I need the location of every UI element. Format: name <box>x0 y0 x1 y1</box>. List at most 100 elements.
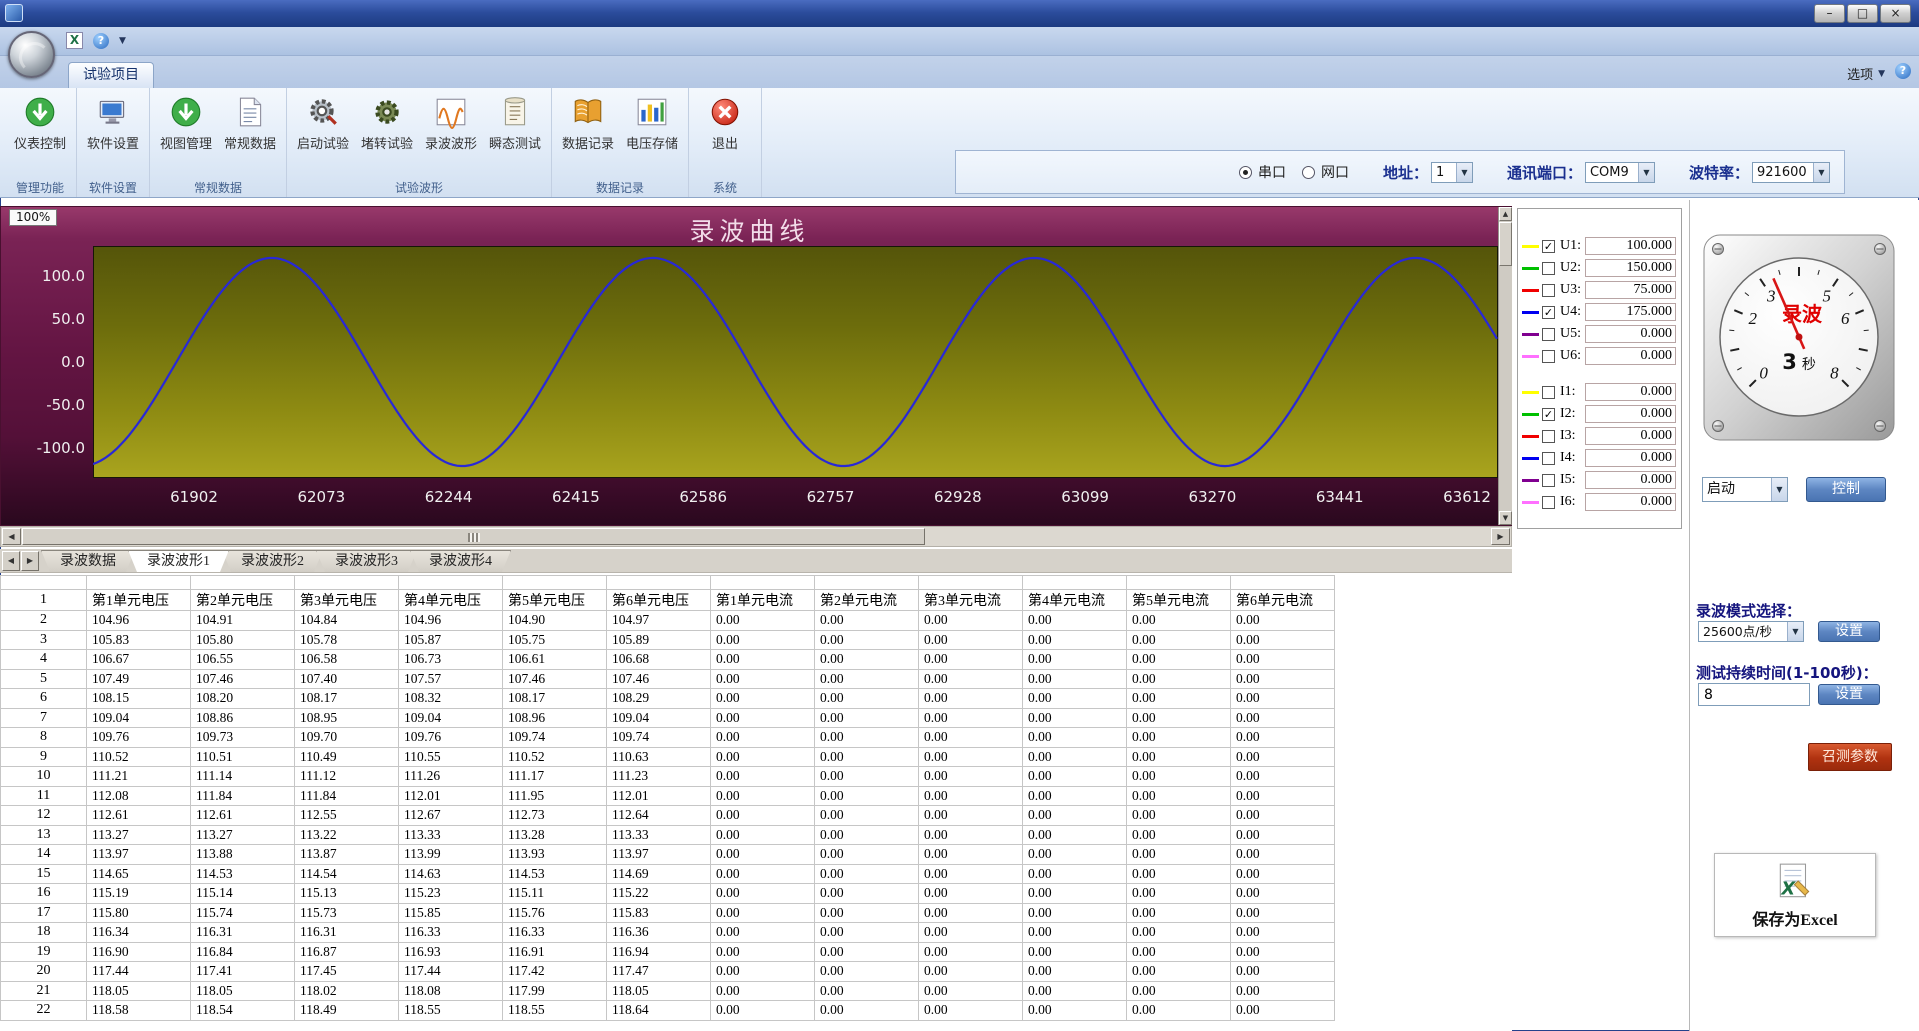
table-cell[interactable]: 105.89 <box>607 630 711 650</box>
tab-scroll-right-icon[interactable]: ▶ <box>21 551 39 571</box>
table-cell[interactable]: 112.01 <box>607 786 711 806</box>
sheet-tab-2[interactable]: 录波波形1 <box>128 550 229 572</box>
table-cell[interactable]: 118.05 <box>607 981 711 1001</box>
table-cell[interactable]: 112.08 <box>87 786 191 806</box>
table-cell[interactable]: 111.95 <box>503 786 607 806</box>
table-cell[interactable]: 0.00 <box>1127 806 1231 826</box>
table-cell[interactable]: 0.00 <box>1231 903 1335 923</box>
table-cell[interactable]: 0.00 <box>711 962 815 982</box>
table-cell[interactable]: 0.00 <box>1023 942 1127 962</box>
channel-checkbox[interactable]: ✓ <box>1542 408 1555 421</box>
table-cell[interactable]: 0.00 <box>1023 728 1127 748</box>
ribbon-button-record-wave[interactable]: 录波波形 <box>419 90 483 180</box>
table-cell[interactable]: 0.00 <box>919 747 1023 767</box>
table-cell[interactable]: 111.12 <box>295 767 399 787</box>
table-cell[interactable]: 115.14 <box>191 884 295 904</box>
table-cell[interactable]: 113.97 <box>607 845 711 865</box>
record-mode-select[interactable]: 25600点/秒 ▼ <box>1698 621 1804 642</box>
table-cell[interactable]: 116.33 <box>503 923 607 943</box>
horizontal-scroll-thumb[interactable] <box>22 528 925 545</box>
table-cell[interactable]: 0.00 <box>1127 728 1231 748</box>
ribbon-button-software-settings[interactable]: 软件设置 <box>81 90 145 180</box>
table-cell[interactable]: 0.00 <box>1023 981 1127 1001</box>
table-cell[interactable]: 0.00 <box>711 1001 815 1021</box>
table-cell[interactable]: 0.00 <box>919 864 1023 884</box>
table-cell[interactable] <box>503 576 607 590</box>
table-cell[interactable]: 108.20 <box>191 689 295 709</box>
table-cell[interactable]: 111.17 <box>503 767 607 787</box>
table-cell[interactable]: 0.00 <box>1023 630 1127 650</box>
table-cell[interactable]: 110.55 <box>399 747 503 767</box>
table-cell[interactable]: 118.54 <box>191 1001 295 1021</box>
table-cell[interactable]: 115.11 <box>503 884 607 904</box>
table-cell[interactable]: 113.33 <box>399 825 503 845</box>
table-cell[interactable]: 0.00 <box>1231 864 1335 884</box>
table-cell[interactable]: 107.46 <box>503 669 607 689</box>
table-cell[interactable]: 115.19 <box>87 884 191 904</box>
table-cell[interactable]: 0.00 <box>1023 806 1127 826</box>
table-cell[interactable]: 0.00 <box>815 864 919 884</box>
table-cell[interactable]: 0.00 <box>711 942 815 962</box>
table-cell[interactable]: 114.69 <box>607 864 711 884</box>
column-header-cell[interactable]: 第2单元电压 <box>191 590 295 611</box>
table-cell[interactable]: 0.00 <box>1023 650 1127 670</box>
table-cell[interactable]: 112.61 <box>191 806 295 826</box>
minimize-button[interactable]: – <box>1814 4 1845 23</box>
table-cell[interactable]: 111.84 <box>191 786 295 806</box>
table-cell[interactable]: 117.47 <box>607 962 711 982</box>
table-cell[interactable]: 0.00 <box>711 845 815 865</box>
start-mode-select[interactable]: 启动 ▼ <box>1702 477 1788 502</box>
table-cell[interactable]: 0.00 <box>1127 786 1231 806</box>
table-cell[interactable]: 108.17 <box>503 689 607 709</box>
table-cell[interactable]: 117.45 <box>295 962 399 982</box>
ribbon-button-exit[interactable]: 退出 <box>693 90 757 180</box>
address-dropdown-icon[interactable]: ▼ <box>1456 163 1472 182</box>
table-cell[interactable]: 0.00 <box>815 981 919 1001</box>
table-cell[interactable]: 115.74 <box>191 903 295 923</box>
table-cell[interactable]: 108.96 <box>503 708 607 728</box>
table-cell[interactable]: 111.26 <box>399 767 503 787</box>
duration-set-button[interactable]: 设置 <box>1818 684 1880 705</box>
table-cell[interactable]: 0.00 <box>711 728 815 748</box>
ribbon-button-start-test[interactable]: 启动试验 <box>291 90 355 180</box>
table-cell[interactable]: 0.00 <box>1231 923 1335 943</box>
table-cell[interactable]: 0.00 <box>815 708 919 728</box>
table-cell[interactable]: 0.00 <box>711 923 815 943</box>
network-radio[interactable] <box>1302 166 1315 179</box>
table-cell[interactable]: 117.42 <box>503 962 607 982</box>
table-cell[interactable]: 108.95 <box>295 708 399 728</box>
table-cell[interactable] <box>295 576 399 590</box>
table-cell[interactable]: 0.00 <box>919 884 1023 904</box>
table-cell[interactable]: 0.00 <box>1231 650 1335 670</box>
table-cell[interactable]: 113.27 <box>191 825 295 845</box>
table-cell[interactable]: 0.00 <box>1023 884 1127 904</box>
table-cell[interactable]: 0.00 <box>815 942 919 962</box>
table-cell[interactable]: 0.00 <box>711 611 815 631</box>
table-cell[interactable]: 0.00 <box>1127 650 1231 670</box>
table-cell[interactable]: 0.00 <box>1231 611 1335 631</box>
table-cell[interactable]: 0.00 <box>815 728 919 748</box>
column-header-cell[interactable]: 第3单元电流 <box>919 590 1023 611</box>
table-cell[interactable]: 116.93 <box>399 942 503 962</box>
table-cell[interactable]: 0.00 <box>711 786 815 806</box>
table-cell[interactable]: 0.00 <box>711 806 815 826</box>
table-cell[interactable]: 0.00 <box>1127 864 1231 884</box>
table-cell[interactable]: 0.00 <box>1127 962 1231 982</box>
table-cell[interactable]: 0.00 <box>919 806 1023 826</box>
table-cell[interactable]: 118.64 <box>607 1001 711 1021</box>
column-header-cell[interactable]: 第3单元电压 <box>295 590 399 611</box>
table-cell[interactable] <box>1127 576 1231 590</box>
table-cell[interactable]: 0.00 <box>1127 767 1231 787</box>
table-cell[interactable]: 0.00 <box>815 611 919 631</box>
recall-parameters-button[interactable]: 召测参数 <box>1808 743 1892 771</box>
table-cell[interactable]: 117.44 <box>399 962 503 982</box>
channel-checkbox[interactable] <box>1542 262 1555 275</box>
table-cell[interactable]: 115.80 <box>87 903 191 923</box>
channel-checkbox[interactable] <box>1542 452 1555 465</box>
table-cell[interactable]: 108.15 <box>87 689 191 709</box>
table-cell[interactable]: 111.84 <box>295 786 399 806</box>
table-cell[interactable]: 116.90 <box>87 942 191 962</box>
maximize-button[interactable]: □ <box>1847 4 1878 23</box>
table-cell[interactable]: 0.00 <box>1023 669 1127 689</box>
table-cell[interactable]: 0.00 <box>1231 1001 1335 1021</box>
